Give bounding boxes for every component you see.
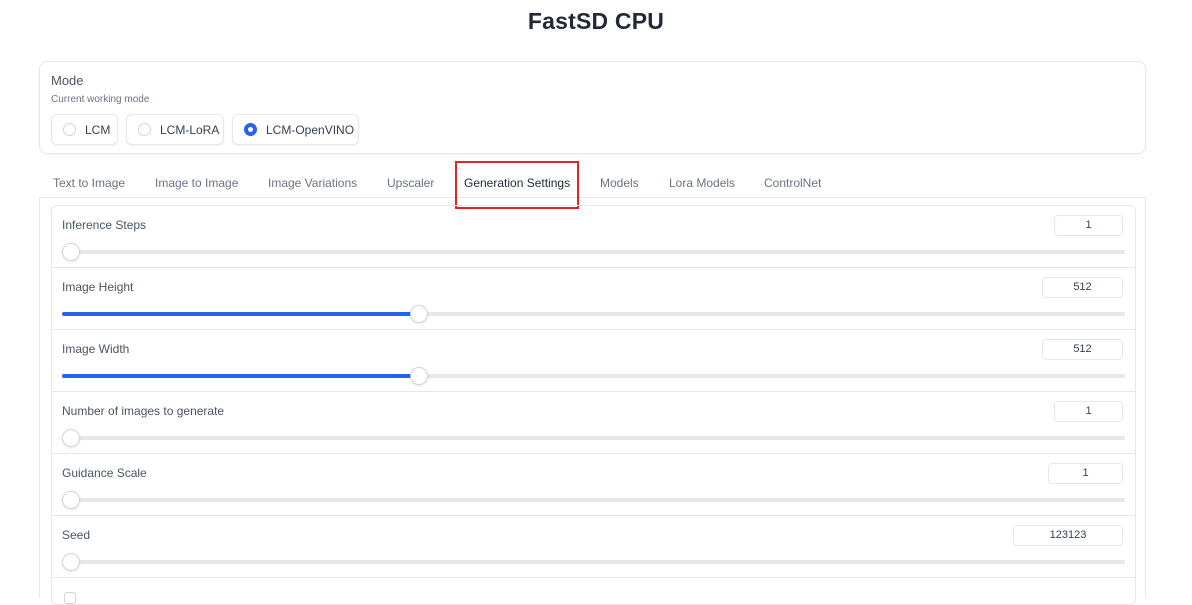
image-width-row: Image Width 512: [52, 330, 1135, 392]
generation-settings-panel: Inference Steps 1 Image Height 512 Image…: [51, 205, 1136, 605]
mode-group: Mode Current working mode LCM LCM-LoRA L…: [39, 61, 1146, 154]
slider-thumb[interactable]: [62, 429, 80, 447]
seed-slider[interactable]: [62, 553, 1125, 571]
image-width-slider[interactable]: [62, 367, 1125, 385]
image-width-input[interactable]: 512: [1042, 339, 1123, 360]
mode-info: Current working mode: [51, 94, 150, 105]
mode-label: Mode: [51, 73, 84, 88]
radio-circle-icon: [138, 123, 151, 136]
mode-radio-lcm-lora[interactable]: LCM-LoRA: [126, 114, 224, 145]
mode-radio-lcm[interactable]: LCM: [51, 114, 118, 145]
mode-radio-label: LCM: [85, 122, 111, 137]
image-height-slider[interactable]: [62, 305, 1125, 323]
mode-radio-label: LCM-OpenVINO: [266, 122, 355, 137]
radio-circle-icon: [63, 123, 76, 136]
guidance-scale-label: Guidance Scale: [62, 466, 147, 480]
seed-row: Seed 123123: [52, 516, 1135, 578]
tab-image-variations[interactable]: Image Variations: [268, 162, 357, 198]
tab-upscaler[interactable]: Upscaler: [387, 162, 434, 198]
slider-thumb[interactable]: [410, 367, 429, 385]
inference-steps-slider[interactable]: [62, 243, 1125, 261]
inference-steps-input[interactable]: 1: [1054, 215, 1123, 236]
slider-thumb[interactable]: [62, 553, 80, 571]
guidance-scale-input[interactable]: 1: [1048, 463, 1123, 484]
slider-thumb[interactable]: [62, 491, 80, 509]
tab-lora-models[interactable]: Lora Models: [669, 162, 735, 198]
image-height-row: Image Height 512: [52, 268, 1135, 330]
num-images-slider[interactable]: [62, 429, 1125, 447]
seed-input[interactable]: 123123: [1013, 525, 1123, 546]
seed-label: Seed: [62, 528, 91, 542]
slider-fill: [62, 312, 420, 316]
image-width-label: Image Width: [62, 342, 130, 356]
mode-radio-lcm-openvino[interactable]: LCM-OpenVINO: [232, 114, 359, 145]
tab-text-to-image[interactable]: Text to Image: [53, 162, 125, 198]
slider-fill: [62, 374, 420, 378]
num-images-label: Number of images to generate: [62, 404, 225, 418]
inference-steps-row: Inference Steps 1: [52, 206, 1135, 268]
inference-steps-label: Inference Steps: [62, 218, 147, 232]
guidance-scale-slider[interactable]: [62, 491, 1125, 509]
tab-generation-settings[interactable]: Generation Settings: [464, 162, 570, 198]
tab-controlnet[interactable]: ControlNet: [764, 162, 821, 198]
image-height-input[interactable]: 512: [1042, 277, 1123, 298]
tab-models[interactable]: Models: [600, 162, 639, 198]
image-height-label: Image Height: [62, 280, 134, 294]
slider-thumb[interactable]: [410, 305, 429, 323]
tab-image-to-image[interactable]: Image to Image: [155, 162, 238, 198]
num-images-input[interactable]: 1: [1054, 401, 1123, 422]
tab-bar: Text to Image Image to Image Image Varia…: [39, 162, 1146, 198]
app-title: FastSD CPU: [527, 8, 665, 34]
guidance-scale-row: Guidance Scale 1: [52, 454, 1135, 516]
num-images-row: Number of images to generate 1: [52, 392, 1135, 454]
slider-thumb[interactable]: [62, 243, 80, 261]
radio-checked-icon: [244, 123, 257, 136]
checkbox[interactable]: [64, 592, 76, 604]
mode-radio-label: LCM-LoRA: [160, 122, 220, 137]
